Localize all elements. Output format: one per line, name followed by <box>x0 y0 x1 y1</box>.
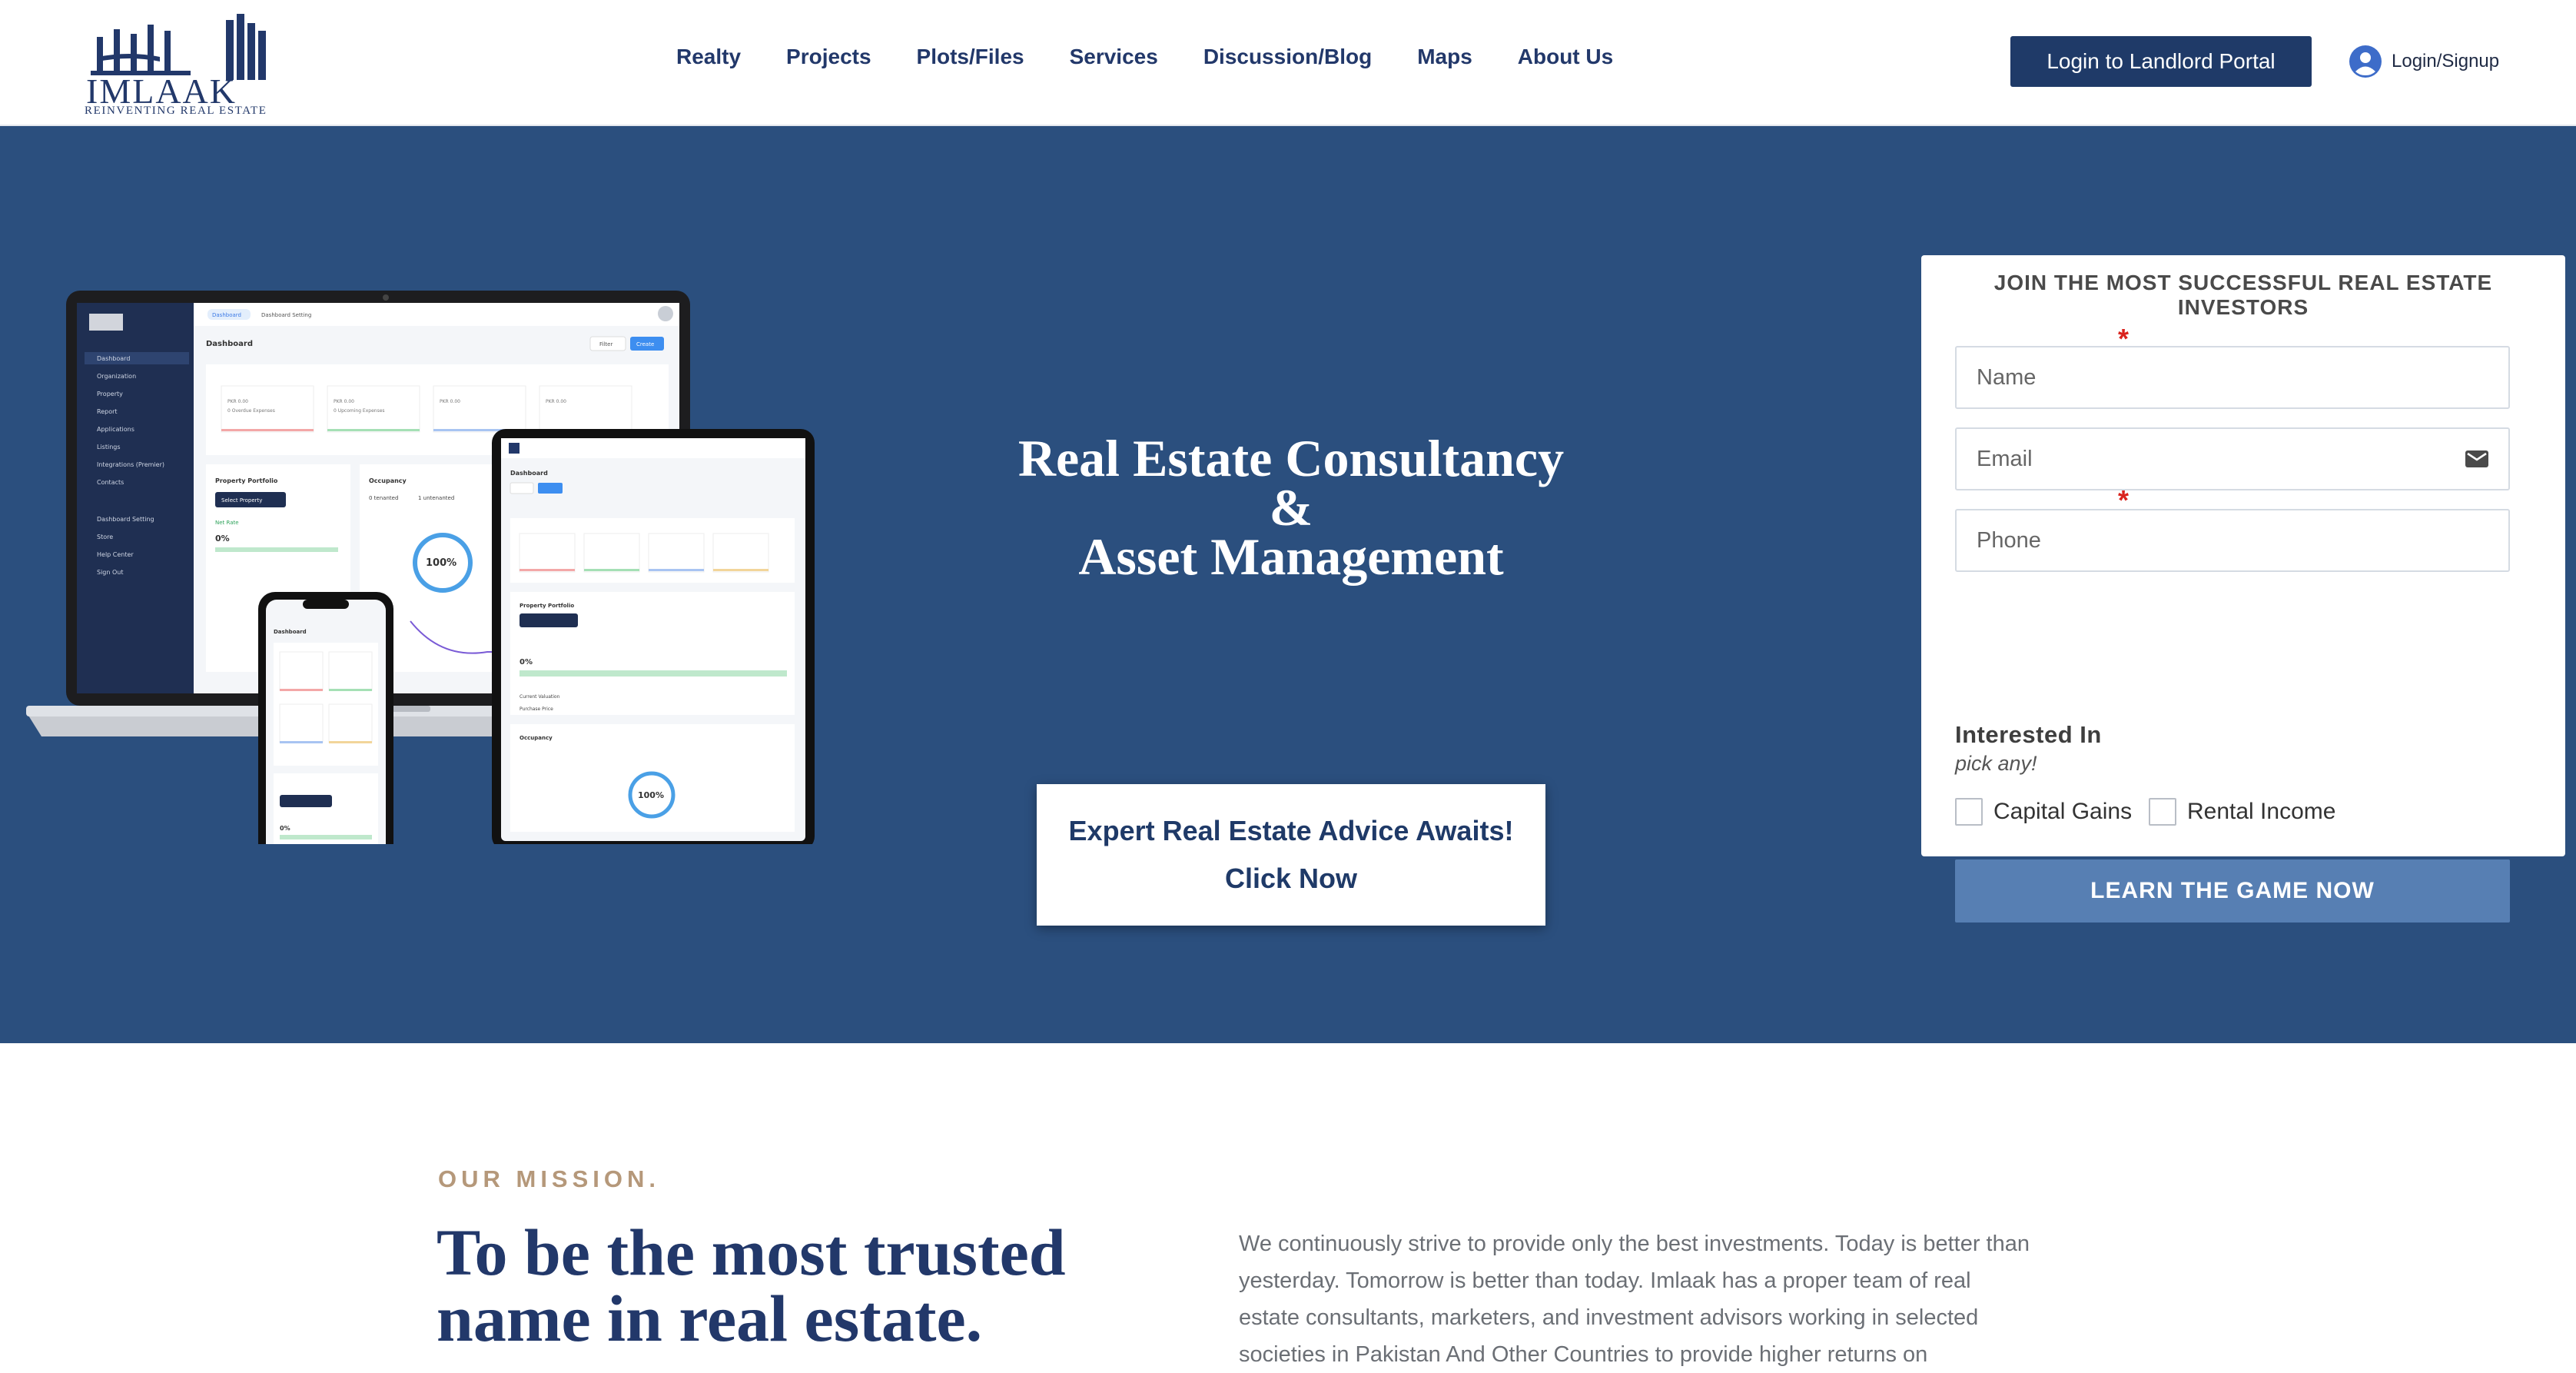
nav-item-maps[interactable]: Maps <box>1417 45 1472 69</box>
form-title: JOIN THE MOST SUCCESSFUL REAL ESTATE INV… <box>1993 271 2493 319</box>
mock-tablet-occupancy: Occupancy <box>520 735 553 741</box>
name-input[interactable]: Name <box>1955 346 2510 409</box>
email-placeholder: Email <box>1977 446 2033 471</box>
interest-title: Interested In <box>1955 721 2102 748</box>
mission-heading-line2: name in real estate. <box>437 1282 983 1355</box>
investor-signup-form: JOIN THE MOST SUCCESSFUL REAL ESTATE INV… <box>1921 255 2565 923</box>
site-header: IMLAAK REINVENTING REAL ESTATE Realty Pr… <box>0 0 2576 126</box>
mock-breadcrumb-1: Dashboard <box>212 312 241 318</box>
mock-sidebar-integrations: Integrations (Premier) <box>97 461 164 468</box>
mission-label: OUR MISSION. <box>438 1165 661 1192</box>
hero-title-line1: Real Estate Consultancy <box>1017 429 1565 487</box>
nav-item-plots-files[interactable]: Plots/Files <box>917 45 1024 69</box>
mock-sidebar-store: Store <box>97 534 113 540</box>
nav-item-about-us[interactable]: About Us <box>1518 45 1613 69</box>
nav-item-projects[interactable]: Projects <box>786 45 871 69</box>
rental-income-checkbox[interactable]: Rental Income <box>2149 796 2335 827</box>
user-avatar-icon <box>2349 45 2382 78</box>
mock-tablet-title: Dashboard <box>510 470 548 477</box>
mock-occupancy-title: Occupancy <box>369 477 407 484</box>
mock-breadcrumb-2: Dashboard Setting <box>261 312 311 318</box>
mock-sidebar-report: Report <box>97 408 118 415</box>
capital-gains-label: Capital Gains <box>1993 799 2133 824</box>
login-signup-label: Login/Signup <box>2392 51 2500 71</box>
mock-sidebar-dashboard-setting: Dashboard Setting <box>97 516 154 523</box>
mock-sidebar-property: Property <box>97 391 123 397</box>
name-required-mark: * <box>2118 323 2130 354</box>
mock-occupancy-percent: 100% <box>426 557 456 569</box>
mock-sidebar-listings: Listings <box>97 444 121 450</box>
hero-section: Dashboard Organization Property Report A… <box>0 126 2576 1043</box>
logo-tagline: REINVENTING REAL ESTATE <box>85 105 267 117</box>
learn-the-game-button[interactable]: LEARN THE GAME NOW <box>1955 859 2510 923</box>
email-input[interactable]: Email <box>1955 427 2510 490</box>
mock-stat-label-2: 0 Upcoming Expenses <box>334 408 385 414</box>
landlord-portal-button[interactable]: Login to Landlord Portal <box>2010 36 2312 87</box>
mock-sidebar-help-center: Help Center <box>97 551 134 558</box>
mock-select-property: Select Property <box>221 497 262 504</box>
phone-input[interactable]: Phone <box>1955 509 2510 572</box>
phone-required-mark: * <box>2118 484 2130 516</box>
mock-current-valuation: Current Valuation <box>520 694 560 700</box>
cta-line1: Expert Real Estate Advice Awaits! <box>1068 815 1514 846</box>
mock-sidebar-contacts: Contacts <box>97 479 124 486</box>
checkbox-box[interactable] <box>1955 798 1983 826</box>
rental-income-label: Rental Income <box>2187 799 2336 824</box>
mock-stat-value-2: PKR 0.00 <box>334 399 354 404</box>
hero-title-line2: & <box>1269 478 1313 537</box>
mock-tenanted: 0 tenanted <box>369 495 398 501</box>
mock-stat-value-3: PKR 0.00 <box>440 399 460 404</box>
mock-stat-value-4: PKR 0.00 <box>546 399 566 404</box>
mock-untenanted: 1 untenanted <box>418 495 454 501</box>
main-nav: Realty Projects Plots/Files Services Dis… <box>676 45 1658 69</box>
mission-heading-line1: To be the most trusted <box>437 1215 1066 1289</box>
mission-body: We continuously strive to provide only t… <box>1239 1225 2146 1373</box>
nav-item-discussion-blog[interactable]: Discussion/Blog <box>1203 45 1372 69</box>
mock-filter: Filter <box>599 341 612 347</box>
mock-net-rate: Net Rate <box>215 520 239 526</box>
hero-title: Real Estate Consultancy & Asset Manageme… <box>961 429 1622 586</box>
dashboard-devices-illustration: Dashboard Organization Property Report A… <box>26 291 815 844</box>
mock-dashboard-title: Dashboard <box>206 340 253 348</box>
expert-advice-cta-button[interactable]: Expert Real Estate Advice Awaits! Click … <box>1037 784 1545 926</box>
mock-stat-value-1: PKR 0.00 <box>227 399 248 404</box>
capital-gains-checkbox[interactable]: Capital Gains <box>1955 796 2132 827</box>
nav-item-services[interactable]: Services <box>1070 45 1158 69</box>
mock-phone-title: Dashboard <box>274 629 307 635</box>
mock-stat-label-1: 0 Overdue Expenses <box>227 408 275 414</box>
mock-sidebar-organization: Organization <box>97 373 136 380</box>
mission-body-line2: yesterday. Tomorrow is better than today… <box>1239 1268 1971 1293</box>
mock-sidebar-applications: Applications <box>97 426 134 433</box>
mock-tablet-zero-percent: 0% <box>520 658 533 667</box>
mock-create: Create <box>636 341 654 347</box>
mock-phone-zero-percent: 0% <box>280 825 290 832</box>
mission-body-line3: estate consultants, marketers, and inves… <box>1239 1305 1979 1330</box>
mission-heading: To be the most trusted name in real esta… <box>437 1219 1128 1351</box>
mission-body-line1: We continuously strive to provide only t… <box>1239 1232 2030 1256</box>
login-signup-link[interactable]: Login/Signup <box>2349 40 2499 83</box>
mock-sidebar-dashboard: Dashboard <box>97 355 130 362</box>
phone-mockup: Dashboard 0% <box>258 592 393 844</box>
imlaak-logo[interactable]: IMLAAK REINVENTING REAL ESTATE <box>83 14 280 117</box>
nav-item-realty[interactable]: Realty <box>676 45 741 69</box>
envelope-icon <box>2465 450 2488 467</box>
mock-purchase-price: Purchase Price <box>520 706 553 712</box>
tablet-mockup: Dashboard Property Portfolio 0% Current … <box>492 429 815 844</box>
hero-title-line3: Asset Management <box>1078 527 1504 586</box>
mock-tablet-portfolio: Property Portfolio <box>520 603 574 609</box>
mission-body-line4: societies in Pakistan And Other Countrie… <box>1239 1342 1928 1367</box>
cta-line2: Click Now <box>1224 863 1358 894</box>
mock-portfolio-title: Property Portfolio <box>215 477 278 484</box>
mock-sidebar-sign-out: Sign Out <box>97 569 124 576</box>
mock-zero-percent: 0% <box>215 534 230 544</box>
interest-subtitle: pick any! <box>1955 752 2037 775</box>
checkbox-box[interactable] <box>2149 798 2176 826</box>
mock-tablet-percent: 100% <box>638 790 664 800</box>
